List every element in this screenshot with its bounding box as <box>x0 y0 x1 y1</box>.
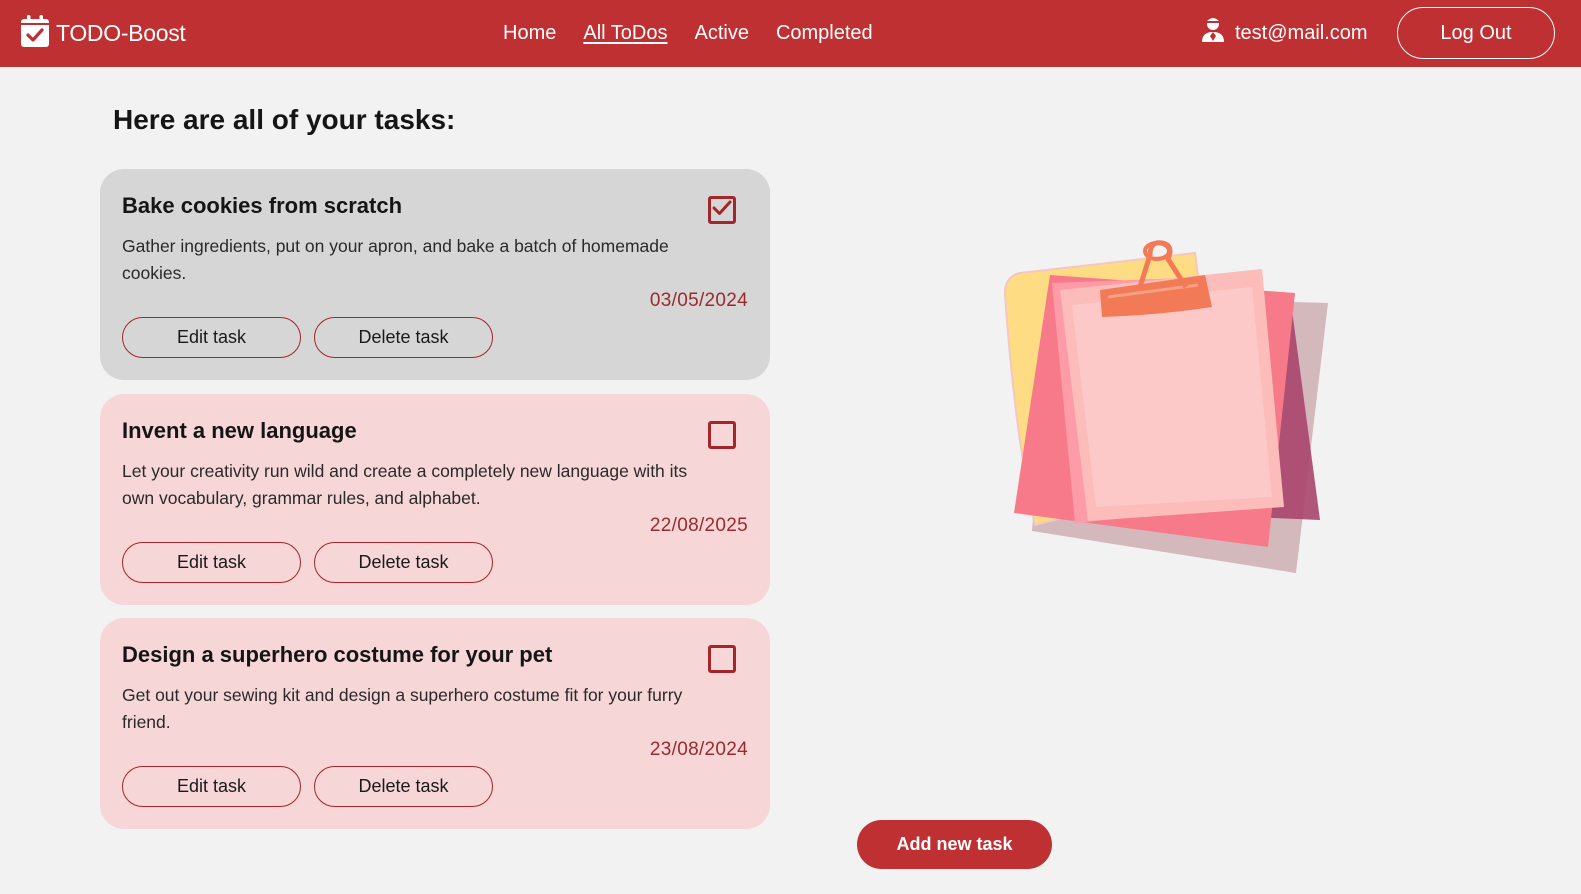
task-complete-checkbox[interactable] <box>708 421 736 449</box>
calendar-check-icon <box>20 14 50 53</box>
task-description: Get out your sewing kit and design a sup… <box>122 685 683 732</box>
checkmark-icon <box>712 199 732 222</box>
task-complete-checkbox[interactable] <box>708 645 736 673</box>
brand-name: TODO-Boost <box>56 19 186 46</box>
delete-task-button[interactable]: Delete task <box>314 766 493 807</box>
nav-link-active[interactable]: Active <box>694 22 748 45</box>
task-title: Design a superhero costume for your pet <box>122 642 553 667</box>
brand-logo-link[interactable]: TODO-Boost <box>20 14 186 53</box>
task-date: 03/05/2024 <box>649 290 748 311</box>
task-description: Let your creativity run wild and create … <box>122 461 688 508</box>
user-info: test@mail.com <box>1201 18 1368 48</box>
task-card: Invent a new language Let your creativit… <box>100 394 770 605</box>
add-new-task-button[interactable]: Add new task <box>857 820 1052 869</box>
task-title: Invent a new language <box>122 418 357 443</box>
task-card: Bake cookies from scratch Gather ingredi… <box>100 169 770 380</box>
task-card: Design a superhero costume for your pet … <box>100 618 770 829</box>
main-nav: Home All ToDos Active Completed <box>503 0 873 67</box>
user-icon <box>1201 17 1225 49</box>
nav-link-all-todos[interactable]: All ToDos <box>583 22 667 45</box>
logout-button[interactable]: Log Out <box>1397 7 1555 59</box>
edit-task-button[interactable]: Edit task <box>122 542 301 583</box>
task-description: Gather ingredients, put on your apron, a… <box>122 236 669 283</box>
nav-link-home[interactable]: Home <box>503 22 556 45</box>
task-date: 23/08/2024 <box>649 739 748 760</box>
page-title: Here are all of your tasks: <box>113 104 456 135</box>
delete-task-button[interactable]: Delete task <box>314 542 493 583</box>
task-date: 22/08/2025 <box>649 515 748 536</box>
edit-task-button[interactable]: Edit task <box>122 317 301 358</box>
top-navbar: TODO-Boost Home All ToDos Active Complet… <box>0 0 1581 67</box>
task-title: Bake cookies from scratch <box>122 193 403 218</box>
nav-link-completed[interactable]: Completed <box>776 22 873 45</box>
delete-task-button[interactable]: Delete task <box>314 317 493 358</box>
task-complete-checkbox[interactable] <box>708 196 736 224</box>
edit-task-button[interactable]: Edit task <box>122 766 301 807</box>
user-email: test@mail.com <box>1235 21 1368 44</box>
clipboard-notes-illustration <box>990 235 1335 580</box>
